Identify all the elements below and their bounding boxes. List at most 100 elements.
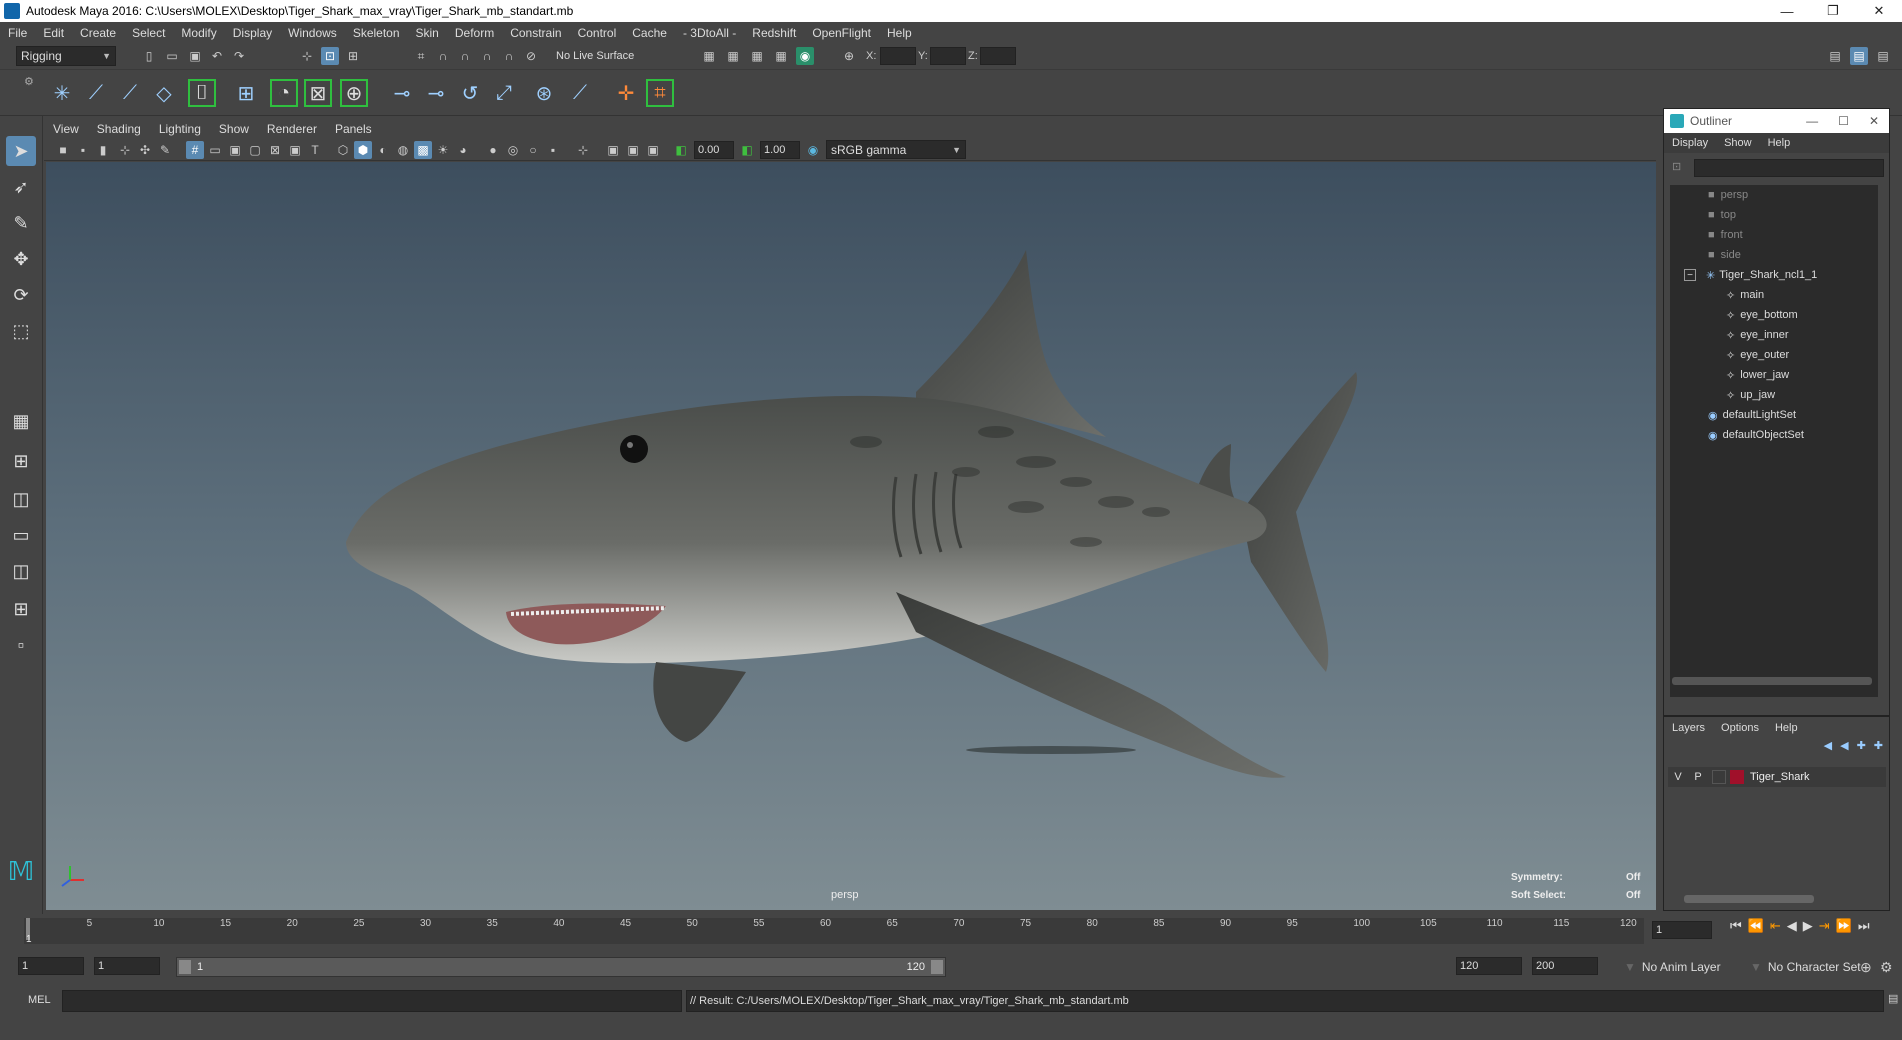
outliner-menu-help[interactable]: Help [1760, 137, 1799, 149]
animation-start-field[interactable]: 1 [18, 957, 84, 975]
move-layer-up-icon[interactable]: ◀ [1824, 739, 1832, 759]
animation-prefs-icon[interactable]: ⚙ [1880, 959, 1893, 976]
script-language-label[interactable]: MEL [28, 994, 51, 1006]
menu-skeleton[interactable]: Skeleton [345, 26, 408, 40]
mirror-joint-icon[interactable]: ◇ [150, 79, 178, 107]
anti-aliasing-icon[interactable]: ○ [524, 141, 542, 159]
outliner-item[interactable]: ✧ eye_inner [1726, 325, 1789, 345]
aim-constraint-icon[interactable]: ⊸ [422, 79, 450, 107]
range-slider-bar[interactable]: 1 120 [176, 957, 946, 977]
gamma-icon[interactable]: ◧ [738, 141, 756, 159]
point-constraint-icon[interactable]: ⊸ [388, 79, 416, 107]
transform-mode-icon[interactable]: ⊕ [840, 47, 858, 65]
menu-help[interactable]: Help [879, 26, 920, 40]
xray-components-icon[interactable]: ▣ [644, 141, 662, 159]
grid-icon[interactable]: # [186, 141, 204, 159]
step-back-key-icon[interactable]: ⏪ [1748, 918, 1764, 934]
lasso-tool-icon[interactable]: ➶ [6, 172, 36, 202]
outliner-item[interactable]: ✧ lower_jaw [1726, 365, 1789, 385]
vp-menu-shading[interactable]: Shading [88, 122, 150, 136]
gate-mask-icon[interactable]: ▢ [246, 141, 264, 159]
scale-tool-icon[interactable]: ⬚ [6, 316, 36, 346]
menu-select[interactable]: Select [124, 26, 173, 40]
snap-view-icon[interactable]: ∩ [478, 47, 496, 65]
ik-handle-icon[interactable]: ⟋ [82, 79, 110, 107]
menu-3dtoall[interactable]: - 3DtoAll - [675, 26, 744, 40]
two-pane-icon[interactable]: ◫ [6, 484, 36, 514]
outliner-search-field[interactable] [1694, 159, 1884, 177]
menu-modify[interactable]: Modify [173, 26, 224, 40]
layer-menu-layers[interactable]: Layers [1664, 722, 1713, 734]
restore-button[interactable]: ❐ [1810, 0, 1856, 22]
open-scene-icon[interactable]: ▭ [163, 47, 181, 65]
menu-openflight[interactable]: OpenFlight [804, 26, 879, 40]
step-forward-frame-icon[interactable]: ⇥ [1819, 918, 1830, 934]
wireframe-on-shaded-icon[interactable]: ◍ [394, 141, 412, 159]
bind-skin-icon[interactable]: ⊞ [232, 79, 260, 107]
four-pane-icon[interactable]: ⊞ [6, 446, 36, 476]
wireframe-icon[interactable]: ⬡ [334, 141, 352, 159]
modeling-toolkit-icon[interactable]: ▤ [1826, 47, 1844, 65]
attribute-editor-icon[interactable]: ▤ [1850, 47, 1868, 65]
playback-end-field[interactable]: 120 [1456, 957, 1522, 975]
textured-icon[interactable]: ▩ [414, 141, 432, 159]
layer-menu-options[interactable]: Options [1713, 722, 1767, 734]
isolate-select-icon[interactable]: ⊹ [574, 141, 592, 159]
color-space-dropdown[interactable]: sRGB gamma ▼ [826, 140, 966, 159]
exposure-field[interactable]: 0.00 [694, 141, 734, 159]
perspective-viewport[interactable]: persp Symmetry: Off Soft Select: Off [46, 162, 1656, 910]
outliner-item[interactable]: ✧ eye_outer [1726, 345, 1789, 365]
collapse-icon[interactable]: − [1684, 269, 1696, 281]
live-surface-label[interactable]: No Live Surface [556, 50, 634, 62]
xray-icon[interactable]: ▣ [604, 141, 622, 159]
range-start-handle[interactable] [179, 960, 191, 974]
two-d-pan-icon[interactable]: ✣ [136, 141, 154, 159]
shadows-icon[interactable]: ◕ [454, 141, 472, 159]
layer-row[interactable]: V P Tiger_Shark [1668, 767, 1886, 787]
outliner-close-button[interactable]: ✕ [1859, 114, 1889, 128]
shelf-settings-icon[interactable]: ⚙ [24, 75, 34, 88]
z-field[interactable] [980, 47, 1016, 65]
y-field[interactable] [930, 47, 966, 65]
outliner-item[interactable]: ◉ defaultObjectSet [1708, 425, 1804, 445]
ik-spline-icon[interactable]: ⟋ [116, 79, 144, 107]
channel-box-icon[interactable]: ▤ [1874, 47, 1892, 65]
use-all-lights-icon[interactable]: ☀ [434, 141, 452, 159]
image-plane-icon[interactable]: ⊹ [116, 141, 134, 159]
new-scene-icon[interactable]: ▯ [140, 47, 158, 65]
layer-display-type[interactable] [1712, 770, 1726, 784]
current-frame-field[interactable]: 1 [1652, 921, 1712, 939]
outliner-item[interactable]: ✧ eye_bottom [1726, 305, 1798, 325]
close-button[interactable]: ✕ [1856, 0, 1902, 22]
menu-edit[interactable]: Edit [35, 26, 72, 40]
outliner-item[interactable]: ■ side [1708, 245, 1741, 265]
default-material-icon[interactable]: ◐ [374, 141, 392, 159]
outliner-item[interactable]: − ✳ Tiger_Shark_ncl1_1 [1684, 265, 1817, 285]
select-object-icon[interactable]: ⊡ [321, 47, 339, 65]
undo-icon[interactable]: ↶ [208, 47, 226, 65]
outliner-menu-display[interactable]: Display [1664, 137, 1716, 149]
minimize-button[interactable]: — [1764, 0, 1810, 22]
x-field[interactable] [880, 47, 916, 65]
camera-select-icon[interactable]: ■ [54, 141, 72, 159]
go-to-start-icon[interactable]: ⏮ [1730, 918, 1742, 934]
parent-constraint-icon[interactable]: ⊛ [530, 79, 558, 107]
command-input[interactable] [62, 990, 682, 1012]
menu-windows[interactable]: Windows [280, 26, 345, 40]
save-scene-icon[interactable]: ▣ [186, 47, 204, 65]
outliner-maximize-button[interactable]: ☐ [1828, 114, 1859, 128]
orient-constraint-icon[interactable]: ↺ [456, 79, 484, 107]
xray-joints-icon[interactable]: ▣ [624, 141, 642, 159]
ambient-occlusion-icon[interactable]: ● [484, 141, 502, 159]
move-layer-down-icon[interactable]: ◀ [1840, 739, 1848, 759]
lattice-icon[interactable]: ⊠ [304, 79, 332, 107]
range-end-handle[interactable] [931, 960, 943, 974]
single-pane-icon[interactable]: ▦ [6, 406, 36, 436]
vp-menu-show[interactable]: Show [210, 122, 258, 136]
outliner-item[interactable]: ✧ up_jaw [1726, 385, 1775, 405]
snap-point-icon[interactable]: ∩ [456, 47, 474, 65]
snap-curve-icon[interactable]: ∩ [434, 47, 452, 65]
bookmark-icon[interactable]: ▮ [94, 141, 112, 159]
auto-key-icon[interactable]: ⊕ [1860, 959, 1872, 976]
vp-menu-panels[interactable]: Panels [326, 122, 381, 136]
